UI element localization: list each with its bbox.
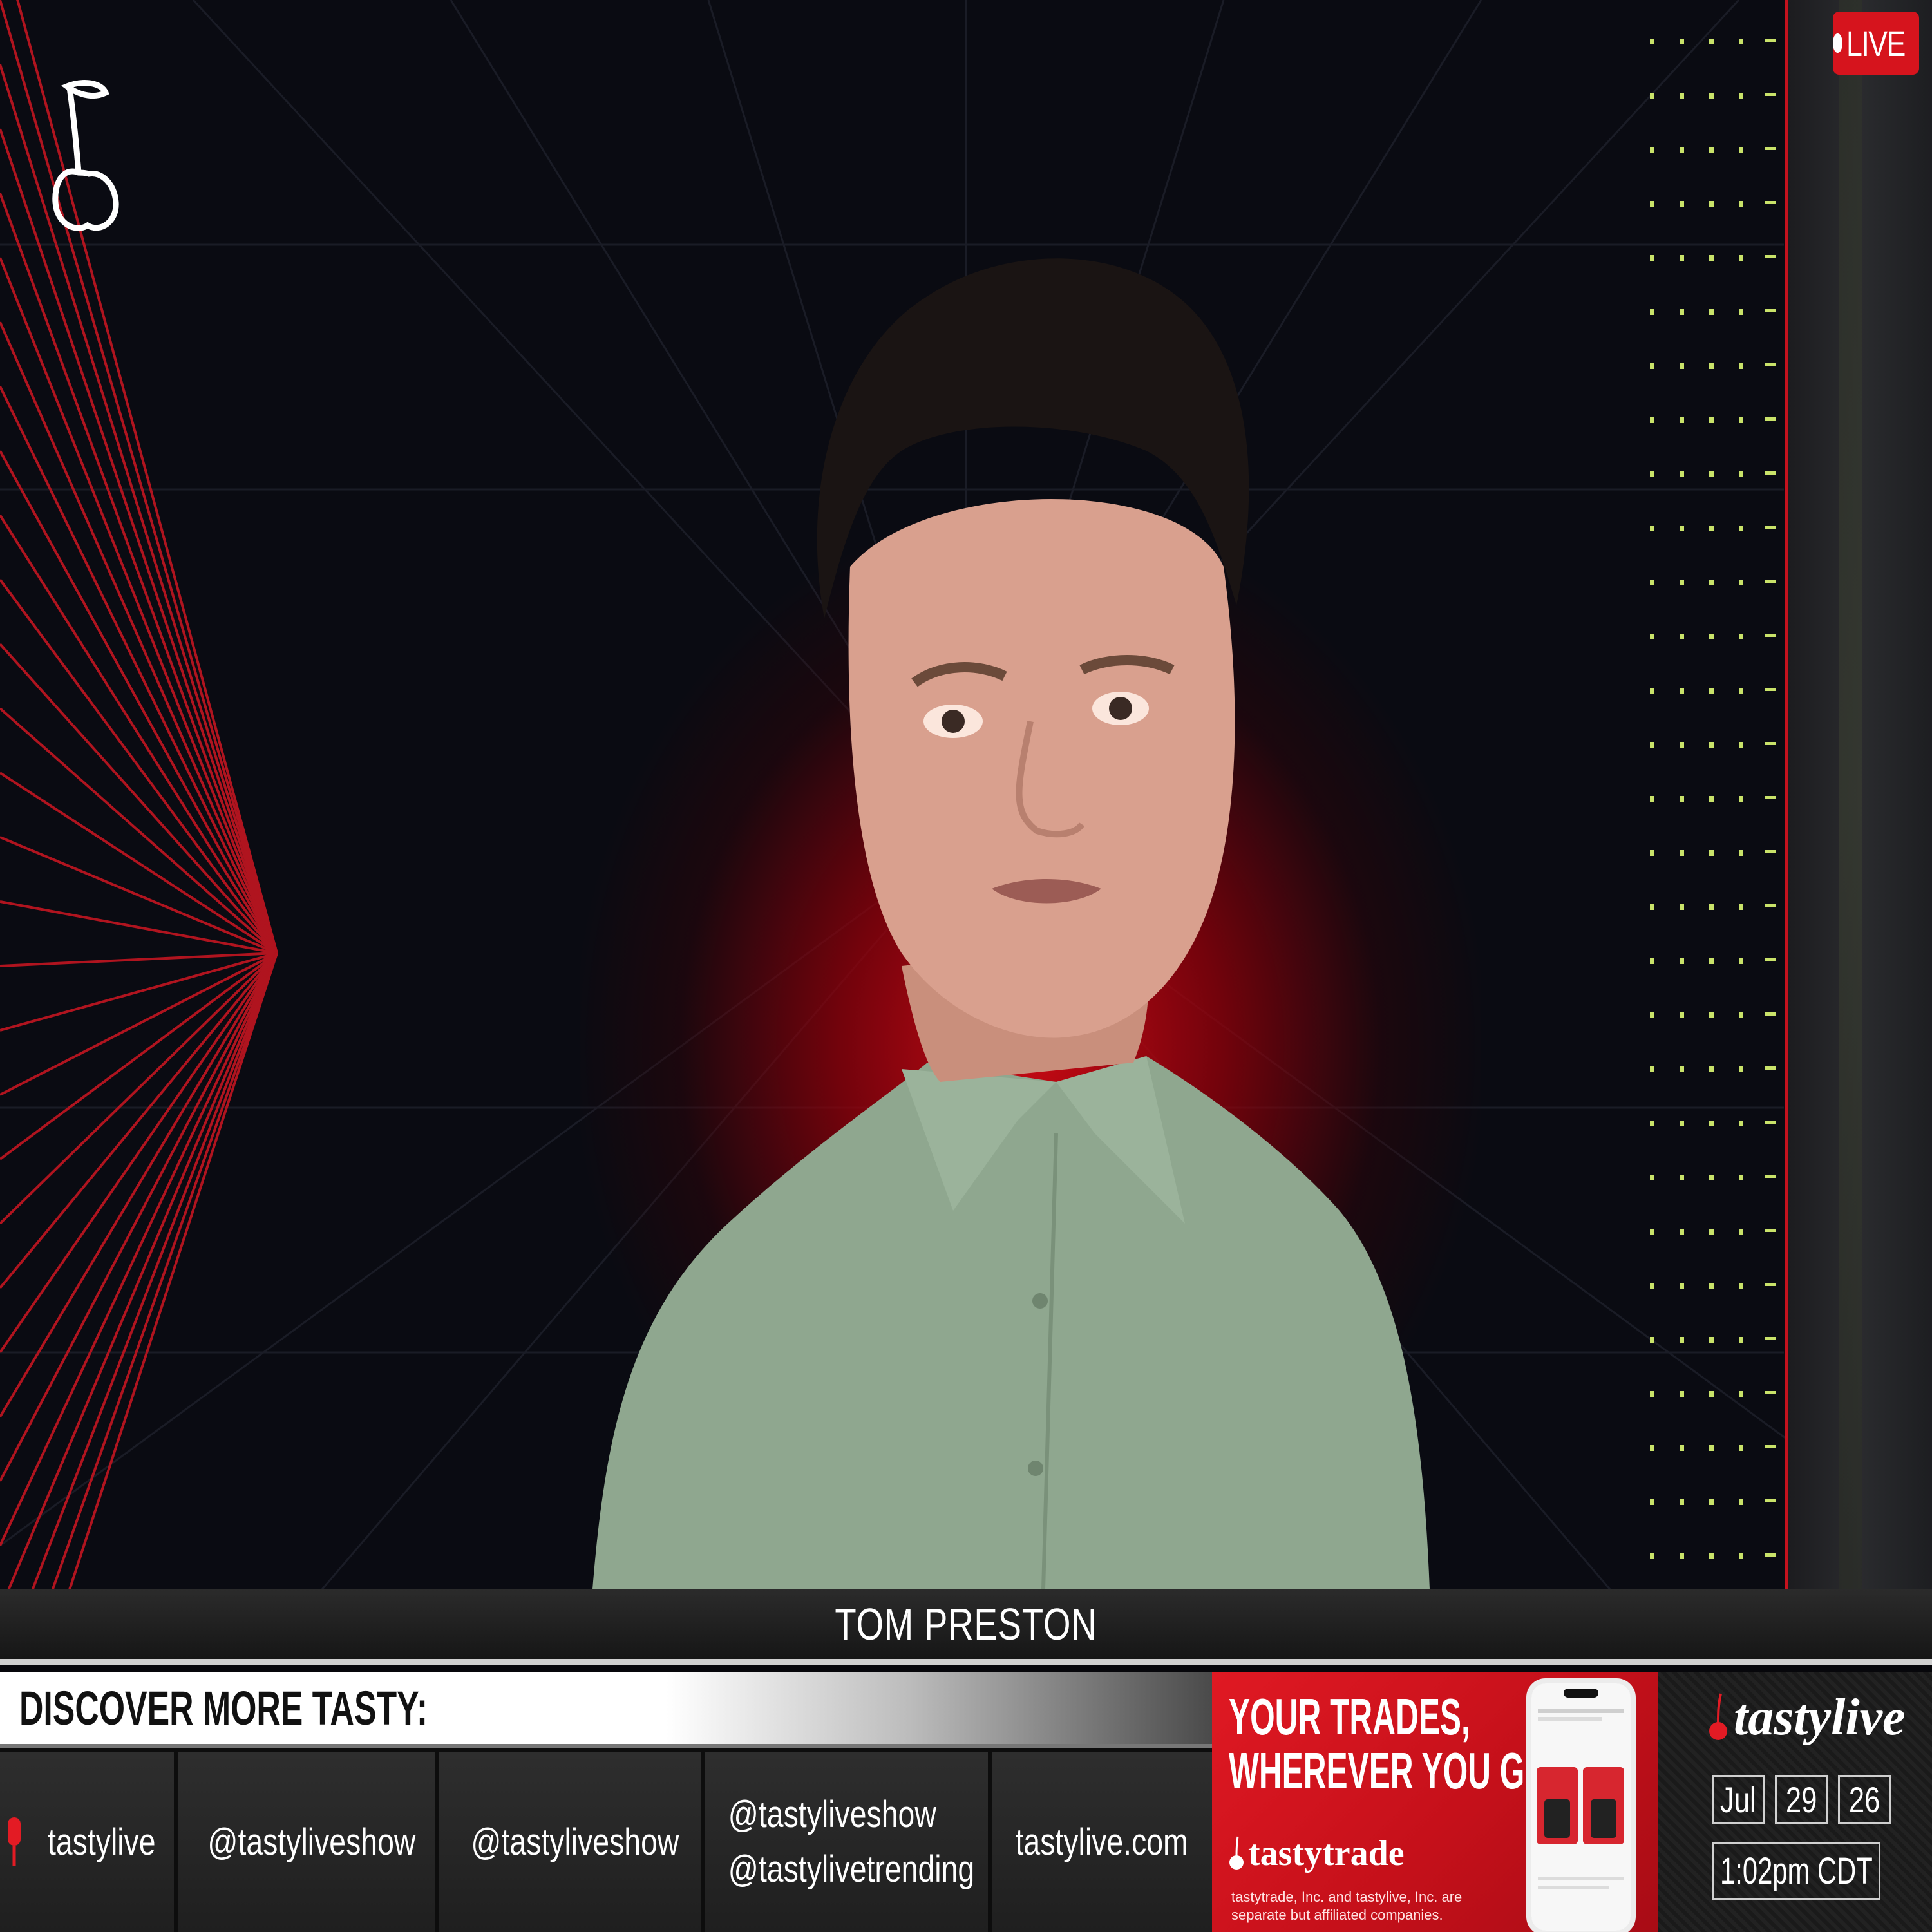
social-item-x[interactable]: @tastyliveshow <box>178 1752 439 1932</box>
live-badge: LIVE <box>1833 12 1919 75</box>
phone-mockup <box>1526 1678 1636 1932</box>
microphone-icon <box>8 1817 21 1866</box>
date-display: Jul 29 26 <box>1712 1775 1891 1824</box>
social-links-row: tastylive @tastyliveshow @tastyliveshow … <box>0 1748 1212 1932</box>
date-month: Jul <box>1712 1775 1765 1824</box>
website-label: tastylive.com <box>1015 1821 1189 1863</box>
cherry-icon <box>1709 1693 1727 1740</box>
social-item-podcast[interactable]: tastylive <box>0 1752 178 1932</box>
tastylive-logo: tastylive <box>1709 1689 1906 1747</box>
promo-headline-line2: WHEREVER YOU GO <box>1229 1742 1549 1799</box>
promo-headline-line1: YOUR TRADES, <box>1229 1688 1470 1745</box>
live-label: LIVE <box>1846 23 1906 64</box>
time-display: 1:02pm CDT <box>1712 1842 1880 1900</box>
red-line-fan <box>0 0 278 1589</box>
social-label: tastylive <box>48 1821 156 1863</box>
social-item-youtube[interactable]: @tastyliveshow @tastylivetrending <box>705 1752 992 1932</box>
date-year: 26 <box>1838 1775 1891 1824</box>
phone-screen <box>1531 1683 1631 1931</box>
right-side-rail <box>1785 0 1932 1589</box>
social-item-website[interactable]: tastylive.com <box>992 1752 1212 1932</box>
discover-title: DISCOVER MORE TASTY: <box>19 1681 428 1735</box>
promo-brand: tastytrade <box>1229 1833 1405 1874</box>
promo-ad[interactable]: YOUR TRADES, WHEREVER YOU GO tastytrade … <box>1212 1672 1658 1932</box>
discover-header: DISCOVER MORE TASTY: <box>0 1672 1212 1748</box>
time-value: 1:02pm CDT <box>1719 1850 1873 1892</box>
video-stage: LIVE <box>0 0 1932 1589</box>
green-dot-matrix <box>1650 39 1776 1559</box>
social-label: @tastylivetrending <box>728 1848 975 1890</box>
social-item-instagram[interactable]: @tastyliveshow <box>439 1752 705 1932</box>
date-day: 29 <box>1775 1775 1828 1824</box>
brand-clock-block: tastylive Jul 29 26 1:02pm CDT <box>1658 1672 1932 1932</box>
tastylive-logo-text: tastylive <box>1734 1689 1906 1746</box>
lower-third: DISCOVER MORE TASTY: tastylive @tastyliv… <box>0 1672 1932 1932</box>
cherry-logo-icon <box>52 80 119 231</box>
presenter-name-bar: TOM PRESTON <box>0 1589 1932 1665</box>
promo-disclaimer: tastytrade, Inc. and tastylive, Inc. are… <box>1231 1889 1463 1923</box>
live-dot-icon <box>1833 33 1842 53</box>
promo-brand-label: tastytrade <box>1248 1833 1405 1873</box>
date-day-value: 29 <box>1785 1779 1817 1820</box>
cherry-icon <box>1229 1836 1244 1870</box>
promo-headline: YOUR TRADES, WHEREVER YOU GO <box>1229 1690 1549 1798</box>
presenter-video <box>592 258 1430 1589</box>
date-year-value: 26 <box>1848 1779 1880 1820</box>
social-label: @tastyliveshow <box>471 1821 679 1863</box>
social-label: @tastyliveshow <box>207 1821 416 1863</box>
date-month-value: Jul <box>1720 1779 1756 1820</box>
social-label: @tastyliveshow <box>728 1794 936 1835</box>
presenter-name: TOM PRESTON <box>835 1599 1097 1649</box>
